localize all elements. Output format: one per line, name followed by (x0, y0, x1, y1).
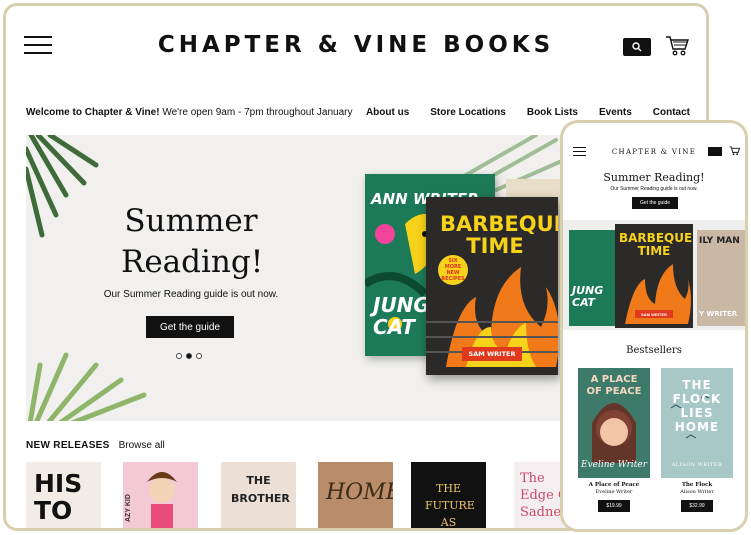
carousel-dot-active[interactable] (186, 353, 192, 359)
search-button[interactable] (623, 38, 651, 56)
nav-store-locations[interactable]: Store Locations (430, 107, 506, 118)
main-nav: About us Store Locations Book Lists Even… (345, 107, 690, 118)
release-cover-history[interactable]: HIS TO (26, 462, 101, 528)
recipe-badge: SIX MORE NEW RECIPES (438, 255, 468, 285)
release-cover-title: HIS TO (34, 469, 83, 525)
mobile-hero-title: Summer Reading! (603, 171, 705, 184)
hero-book-title: BARBEQUE TIME (440, 212, 558, 258)
cover-author: Eveline Writer (581, 460, 647, 470)
cover-author: ALISON WRITER (671, 462, 723, 468)
welcome-hours: We're open 9am - 7pm throughout January (159, 107, 353, 118)
hero-title-line-1: Summer (124, 203, 258, 239)
bestseller-card[interactable]: A PLACE OF PEACE Eveline Writer A Place … (578, 368, 650, 512)
bestseller-title[interactable]: The Flock (661, 482, 733, 488)
new-releases-header: NEW RELEASES Browse all (26, 440, 165, 451)
mobile-hero-books: JUNG CAT BARBEQUE TIME SAM WRITER ILY MA… (563, 220, 745, 330)
release-cover-crazy-kid[interactable]: AZY KID (123, 462, 198, 528)
carousel-dot[interactable] (176, 353, 182, 359)
mobile-book-title: JUNG CAT (572, 284, 604, 309)
bestseller-author: Eveline Writer (595, 489, 633, 495)
welcome-message: Welcome to Chapter & Vine! We're open 9a… (26, 107, 353, 118)
hero-subtitle: Our Summer Reading guide is out now. (103, 289, 279, 300)
release-cover-the-brother[interactable]: THE BROTHER (221, 462, 296, 528)
mobile-hero-subtitle: Our Summer Reading guide is out now. (610, 186, 698, 192)
mobile-book-barbeque-time[interactable]: BARBEQUE TIME SAM WRITER (615, 224, 693, 328)
carousel-dot[interactable] (196, 353, 202, 359)
welcome-bold: Welcome to Chapter & Vine! (26, 107, 160, 118)
bestseller-cover-place-of-peace[interactable]: A PLACE OF PEACE Eveline Writer (578, 368, 650, 478)
hero-book-subtitle: JUNG CAT (373, 293, 430, 339)
bestsellers-title: Bestsellers (626, 345, 682, 356)
search-icon (632, 42, 642, 52)
nav-contact[interactable]: Contact (653, 107, 690, 118)
bestseller-card[interactable]: THE FLOCK LIES HOME ALISON WRITER The Fl… (661, 368, 733, 512)
nav-about-us[interactable]: About us (366, 107, 409, 118)
hero-book-author: SAM WRITER (462, 347, 522, 361)
release-cover-the-future[interactable]: THE FUTURE AS (411, 462, 486, 529)
mobile-get-guide-button[interactable]: Get the guide (632, 197, 678, 209)
cover-title: THE FLOCK LIES HOME (672, 378, 722, 434)
mobile-book-jungle-cat[interactable]: JUNG CAT (569, 230, 617, 326)
get-guide-button[interactable]: Get the guide (146, 316, 234, 338)
release-cover-title: THE FUTURE AS (425, 482, 475, 529)
release-cover-title: THE BROTHER (231, 474, 290, 505)
bestseller-title[interactable]: A Place of Peace (578, 482, 650, 488)
brand-logo[interactable]: CHAPTER & VINE BOOKS (6, 32, 706, 58)
mobile-book-author: SAM WRITER (635, 310, 673, 318)
mobile-book-author: Y WRITER (699, 310, 738, 318)
cart-icon[interactable] (729, 146, 740, 156)
release-cover-home[interactable]: HOME (318, 462, 393, 528)
nav-events[interactable]: Events (599, 107, 632, 118)
mobile-book-title: BARBEQUE TIME (619, 231, 693, 258)
cart-icon[interactable] (665, 35, 689, 57)
palm-leaf-decoration (26, 135, 99, 238)
release-cover-title: HOME (326, 480, 393, 505)
cover-title: A PLACE OF PEACE (586, 374, 642, 397)
release-cover-title: AZY KID (125, 494, 132, 522)
price-button[interactable]: $32.99 (681, 500, 713, 512)
kid-figure-illustration (147, 472, 177, 528)
mobile-book-family-man[interactable]: ILY MAN Y WRITER (697, 230, 745, 326)
bestseller-author: Alison Writer (680, 489, 714, 495)
bestseller-cover-the-flock[interactable]: THE FLOCK LIES HOME ALISON WRITER (661, 368, 733, 478)
hero-book-barbeque-time[interactable]: BARBEQUE TIME SIX MORE NEW RECIPES SAM W… (426, 197, 558, 375)
price-button[interactable]: $19.99 (598, 500, 630, 512)
hero-title: Summer Reading! (121, 201, 264, 283)
search-icon[interactable] (708, 147, 722, 156)
palm-leaf-decoration (27, 352, 147, 421)
carousel-dots (176, 353, 202, 359)
hero-title-line-2: Reading! (121, 244, 264, 280)
new-releases-title: NEW RELEASES (26, 440, 110, 451)
site-header: CHAPTER & VINE BOOKS (6, 6, 706, 92)
nav-book-lists[interactable]: Book Lists (527, 107, 578, 118)
browse-all-link[interactable]: Browse all (119, 440, 165, 451)
mobile-book-title: ILY MAN (699, 236, 740, 246)
mobile-site-mockup: CHAPTER & VINE Summer Reading! Our Summe… (560, 120, 748, 532)
